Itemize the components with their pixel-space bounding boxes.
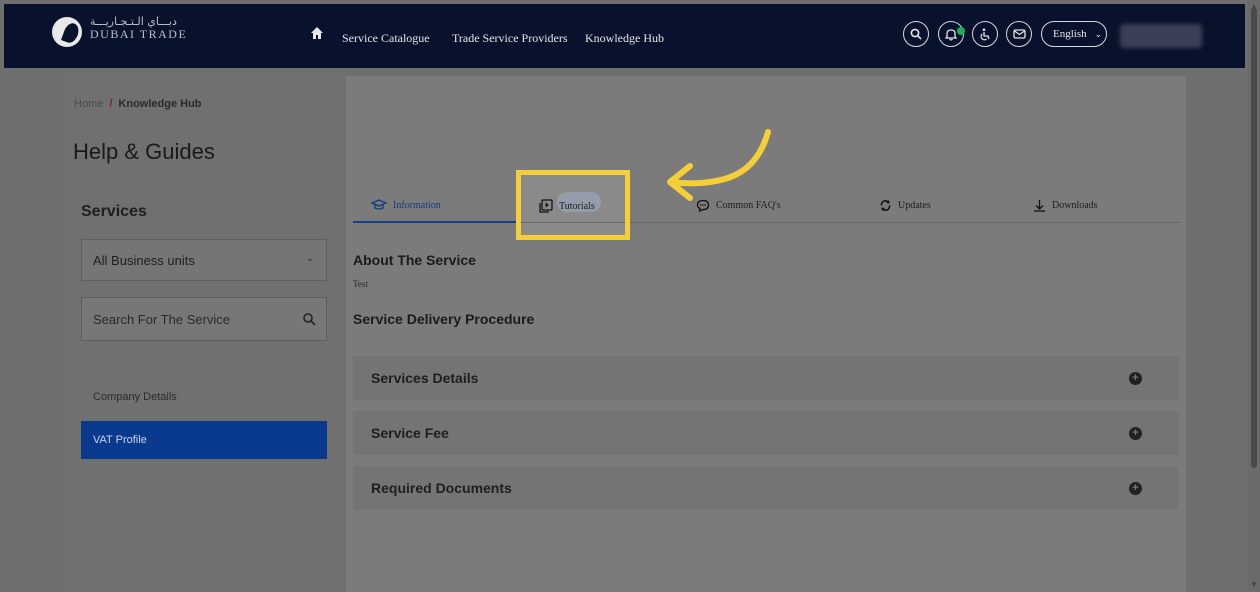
scroll-up-icon[interactable]: ▲ bbox=[1250, 2, 1258, 11]
tab-label: Information bbox=[393, 199, 441, 211]
select-value: All Business units bbox=[93, 253, 195, 268]
graduation-cap-icon bbox=[371, 199, 387, 210]
bell-icon bbox=[945, 28, 957, 41]
notification-dot bbox=[957, 27, 965, 35]
scroll-down-icon[interactable]: ▼ bbox=[1250, 580, 1258, 589]
refresh-icon bbox=[880, 200, 891, 211]
service-search-input[interactable]: Search For The Service bbox=[81, 297, 327, 341]
language-select[interactable]: English ⌄ bbox=[1041, 21, 1107, 47]
tab-information[interactable]: Information bbox=[371, 199, 441, 211]
breadcrumb-current: Knowledge Hub bbox=[118, 98, 202, 110]
about-service-heading: About The Service bbox=[353, 252, 476, 268]
accordion-services-details[interactable]: Services Details + bbox=[353, 356, 1179, 400]
tab-updates[interactable]: Updates bbox=[879, 199, 931, 212]
accordion-required-documents[interactable]: Required Documents + bbox=[353, 466, 1179, 510]
service-delivery-heading: Service Delivery Procedure bbox=[353, 311, 535, 327]
accordion-label: Services Details bbox=[371, 370, 479, 386]
expand-plus-icon[interactable]: + bbox=[1129, 372, 1142, 385]
mail-icon bbox=[1012, 29, 1026, 39]
logo-english: DUBAI TRADE bbox=[90, 27, 188, 42]
active-tab-underline bbox=[353, 221, 516, 223]
wheelchair-icon bbox=[980, 28, 990, 40]
breadcrumb-home[interactable]: Home bbox=[74, 98, 103, 110]
tab-downloads[interactable]: Downloads bbox=[1033, 199, 1098, 212]
user-profile[interactable] bbox=[1120, 24, 1202, 48]
logo-text[interactable]: دبـــاي الـتـجـاريـــة DUBAI TRADE bbox=[90, 15, 188, 42]
business-units-select[interactable]: All Business units ⌄ bbox=[81, 239, 327, 281]
sidebar-item-company-details[interactable]: Company Details bbox=[93, 391, 177, 403]
tab-label: Updates bbox=[898, 200, 931, 211]
search-icon[interactable] bbox=[302, 312, 316, 326]
chevron-down-icon: ⌄ bbox=[305, 253, 314, 264]
page-title: Help & Guides bbox=[73, 139, 215, 164]
accessibility-button[interactable] bbox=[972, 21, 998, 47]
tutorial-highlight-frame bbox=[516, 170, 630, 240]
expand-plus-icon[interactable]: + bbox=[1129, 482, 1142, 495]
sidebar-item-vat-profile[interactable]: VAT Profile bbox=[81, 421, 327, 459]
accordion-label: Required Documents bbox=[371, 480, 512, 496]
search-placeholder: Search For The Service bbox=[93, 312, 231, 327]
nav-service-catalogue[interactable]: Service Catalogue bbox=[342, 31, 430, 46]
nav-knowledge-hub[interactable]: Knowledge Hub bbox=[585, 31, 664, 46]
breadcrumb: Home / Knowledge Hub bbox=[74, 98, 202, 110]
accordion-label: Service Fee bbox=[371, 425, 449, 441]
search-icon bbox=[910, 28, 922, 40]
chevron-down-icon: ⌄ bbox=[1094, 28, 1103, 39]
home-icon[interactable] bbox=[310, 26, 324, 40]
tab-label: Downloads bbox=[1052, 200, 1098, 211]
language-label: English bbox=[1053, 28, 1087, 40]
pointer-arrow-icon bbox=[667, 129, 771, 201]
expand-plus-icon[interactable]: + bbox=[1129, 427, 1142, 440]
breadcrumb-separator: / bbox=[109, 98, 113, 110]
dubai-trade-logo-icon[interactable] bbox=[52, 17, 82, 47]
search-button[interactable] bbox=[903, 21, 929, 47]
messages-button[interactable] bbox=[1006, 21, 1032, 47]
about-service-text: Test bbox=[353, 279, 368, 289]
scrollbar-thumb[interactable] bbox=[1251, 8, 1257, 468]
accordion-service-fee[interactable]: Service Fee + bbox=[353, 411, 1179, 455]
services-heading: Services bbox=[81, 203, 147, 220]
download-icon bbox=[1034, 200, 1045, 212]
nav-trade-service-providers[interactable]: Trade Service Providers bbox=[452, 31, 568, 46]
